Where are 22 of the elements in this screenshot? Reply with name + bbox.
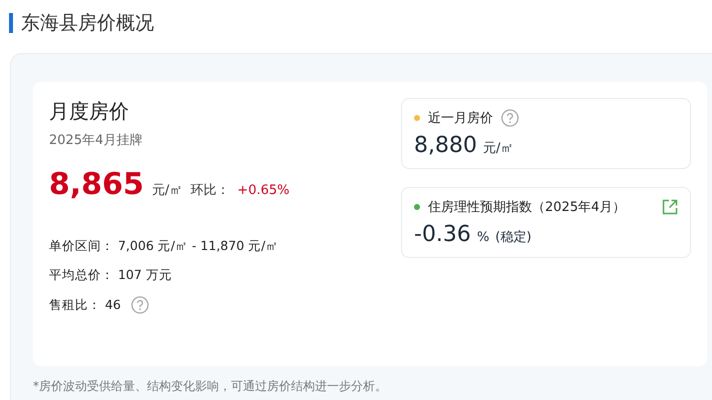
change-label: 环比：	[190, 182, 230, 199]
stat-note: (稳定)	[495, 229, 532, 246]
stat-title: 住房理性预期指数（2025年4月）	[428, 199, 626, 216]
stat-value: 8,880	[414, 133, 477, 158]
card-subtitle: 2025年4月挂牌	[49, 132, 144, 149]
detail-text: 平均总价： 107 万元	[49, 267, 172, 284]
external-link-icon[interactable]	[662, 199, 678, 215]
change-value: +0.65%	[237, 183, 290, 198]
page-title: 东海县房价概况	[21, 11, 154, 36]
detail-text: 单价区间： 7,006 元/㎡ - 11,870 元/㎡	[49, 238, 278, 255]
detail-text: 售租比： 46	[49, 296, 121, 314]
stat-title: 近一月房价	[428, 110, 493, 127]
stat-unit: %	[476, 230, 490, 245]
help-icon[interactable]	[501, 109, 519, 127]
footnote: *房价波动受供给量、结构变化影响，可通过房价结构进一步分析。	[33, 378, 388, 395]
accent-bar	[9, 13, 13, 33]
card-title: 月度房价	[49, 98, 130, 125]
price-value: 8,865	[49, 167, 144, 202]
price-unit: 元/㎡	[152, 182, 182, 199]
help-icon[interactable]	[130, 296, 149, 314]
stat-unit: 元/㎡	[482, 140, 514, 157]
stat-value: -0.36	[414, 222, 471, 247]
